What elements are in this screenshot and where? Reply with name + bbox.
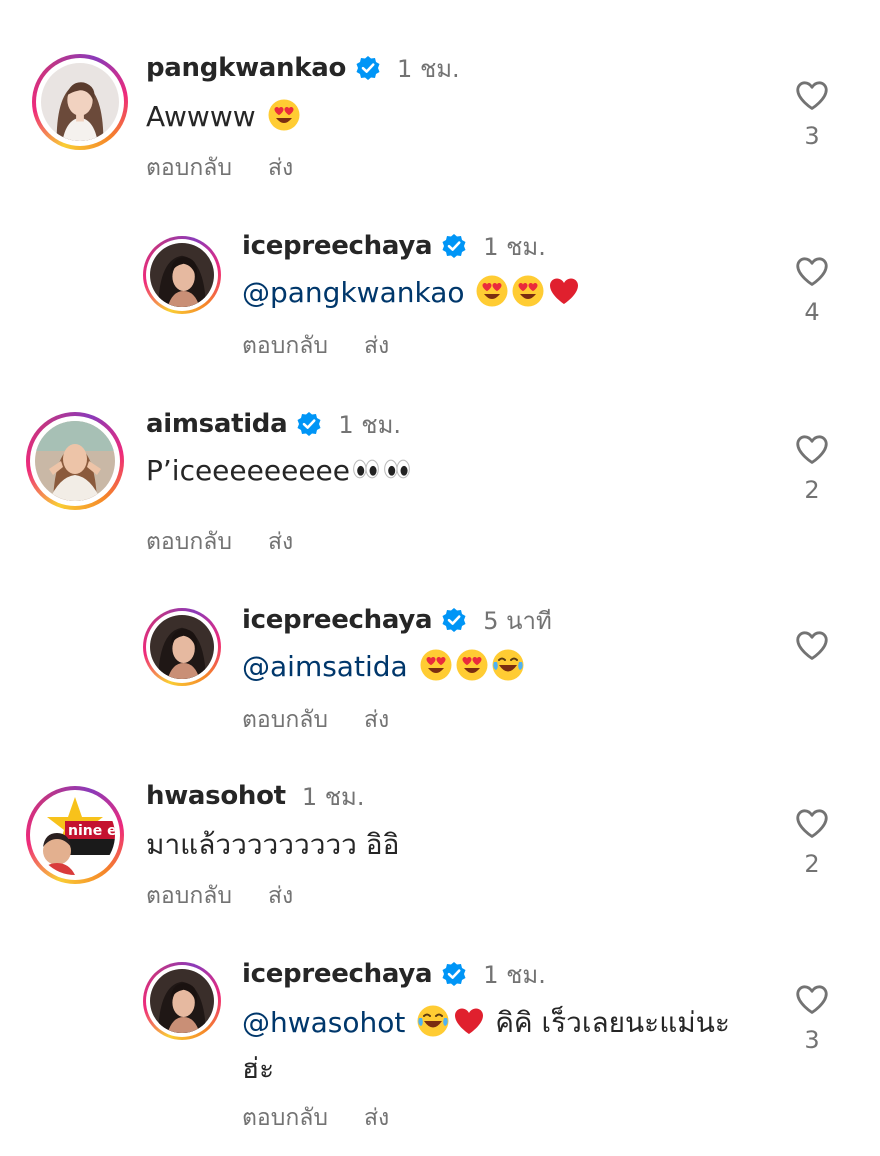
heart-icon[interactable] bbox=[793, 430, 831, 468]
reply-button[interactable]: ตอบกลับ bbox=[146, 150, 232, 186]
send-button[interactable]: ส่ง bbox=[268, 150, 293, 186]
eyes-emoji-icon bbox=[382, 454, 412, 484]
username[interactable]: icepreechaya bbox=[242, 959, 433, 989]
comment-actions: ตอบกลับ ส่ง bbox=[146, 150, 293, 186]
timestamp: 1 ชม. bbox=[338, 410, 402, 439]
heart-icon[interactable] bbox=[793, 980, 831, 1018]
tears-of-joy-emoji-icon bbox=[416, 1004, 450, 1038]
avatar-logo-text: nine entert bbox=[68, 823, 115, 839]
comment-actions: ตอบกลับ ส่ง bbox=[242, 1100, 389, 1136]
comment-text: มาแล้ววววววววว อิอิ bbox=[146, 824, 399, 866]
timestamp: 5 นาที bbox=[483, 606, 552, 635]
reply-button[interactable]: ตอบกลับ bbox=[242, 328, 328, 364]
comment-text: @hwasohot คิคิ เร็วเลยนะแม่นะ ฮ่ะ bbox=[242, 1000, 762, 1092]
comment-actions: ตอบกลับ ส่ง bbox=[146, 524, 293, 560]
verified-badge-icon bbox=[441, 607, 467, 633]
username[interactable]: pangkwankao bbox=[146, 53, 346, 83]
mention-link[interactable]: @pangkwankao bbox=[242, 276, 464, 309]
verified-badge-icon bbox=[296, 411, 322, 437]
verified-badge-icon bbox=[441, 961, 467, 987]
timestamp: 1 ชม. bbox=[397, 54, 460, 83]
reply-button[interactable]: ตอบกลับ bbox=[242, 1100, 328, 1136]
eyes-emoji-icon bbox=[351, 454, 381, 484]
timestamp: 1 ชม. bbox=[483, 232, 546, 261]
like-count: 2 bbox=[804, 476, 820, 504]
heart-eyes-emoji-icon bbox=[455, 648, 489, 682]
send-button[interactable]: ส่ง bbox=[364, 1100, 389, 1136]
comment-text-content: มาแล้ววววววววว อิอิ bbox=[146, 828, 400, 861]
timestamp: 1 ชม. bbox=[301, 782, 365, 811]
red-heart-emoji-icon bbox=[547, 274, 581, 308]
username[interactable]: icepreechaya bbox=[242, 605, 433, 635]
like: 4 bbox=[790, 252, 834, 326]
heart-icon[interactable] bbox=[793, 804, 831, 842]
like-count: 4 bbox=[804, 298, 820, 326]
heart-eyes-emoji-icon bbox=[419, 648, 453, 682]
send-button[interactable]: ส่ง bbox=[268, 524, 293, 560]
comment-text: @aimsatida bbox=[242, 646, 525, 688]
like bbox=[790, 626, 834, 672]
like: 3 bbox=[790, 980, 834, 1054]
send-button[interactable]: ส่ง bbox=[364, 702, 389, 738]
avatar[interactable] bbox=[143, 962, 221, 1040]
red-heart-emoji-icon bbox=[452, 1004, 486, 1038]
username[interactable]: icepreechaya bbox=[242, 231, 433, 261]
mention-link[interactable]: @aimsatida bbox=[242, 650, 408, 683]
like: 2 bbox=[790, 430, 834, 504]
send-button[interactable]: ส่ง bbox=[268, 878, 293, 914]
comment-text: Awwww bbox=[146, 96, 301, 138]
like-count: 3 bbox=[804, 1026, 820, 1054]
reply-button[interactable]: ตอบกลับ bbox=[242, 702, 328, 738]
verified-badge-icon bbox=[441, 233, 467, 259]
like-count: 3 bbox=[804, 122, 820, 150]
reply-button[interactable]: ตอบกลับ bbox=[146, 878, 232, 914]
avatar[interactable] bbox=[26, 412, 124, 510]
username[interactable]: hwasohot bbox=[146, 781, 286, 811]
avatar[interactable]: nine entert bbox=[26, 786, 124, 884]
like: 3 bbox=[790, 76, 834, 150]
timestamp: 1 ชม. bbox=[483, 960, 546, 989]
heart-icon[interactable] bbox=[793, 252, 831, 290]
avatar[interactable] bbox=[143, 236, 221, 314]
verified-badge-icon bbox=[355, 55, 381, 81]
heart-icon[interactable] bbox=[793, 626, 831, 664]
tears-of-joy-emoji-icon bbox=[491, 648, 525, 682]
comment-text: @pangkwankao bbox=[242, 272, 581, 314]
heart-eyes-emoji-icon bbox=[511, 274, 545, 308]
reply-button[interactable]: ตอบกลับ bbox=[146, 524, 232, 560]
heart-eyes-emoji-icon bbox=[267, 98, 301, 132]
like-count: 2 bbox=[804, 850, 820, 878]
heart-eyes-emoji-icon bbox=[475, 274, 509, 308]
comment-text-content: P’iceeeeeeeee bbox=[146, 454, 350, 487]
avatar[interactable] bbox=[143, 608, 221, 686]
comment-actions: ตอบกลับ ส่ง bbox=[146, 878, 293, 914]
comment-actions: ตอบกลับ ส่ง bbox=[242, 328, 389, 364]
like: 2 bbox=[790, 804, 834, 878]
mention-link[interactable]: @hwasohot bbox=[242, 1006, 405, 1039]
comment-text: P’iceeeeeeeee bbox=[146, 450, 412, 492]
comment-actions: ตอบกลับ ส่ง bbox=[242, 702, 389, 738]
comment-text-content: Awwww bbox=[146, 100, 256, 133]
avatar[interactable] bbox=[32, 54, 128, 150]
heart-icon[interactable] bbox=[793, 76, 831, 114]
username[interactable]: aimsatida bbox=[146, 409, 288, 439]
send-button[interactable]: ส่ง bbox=[364, 328, 389, 364]
